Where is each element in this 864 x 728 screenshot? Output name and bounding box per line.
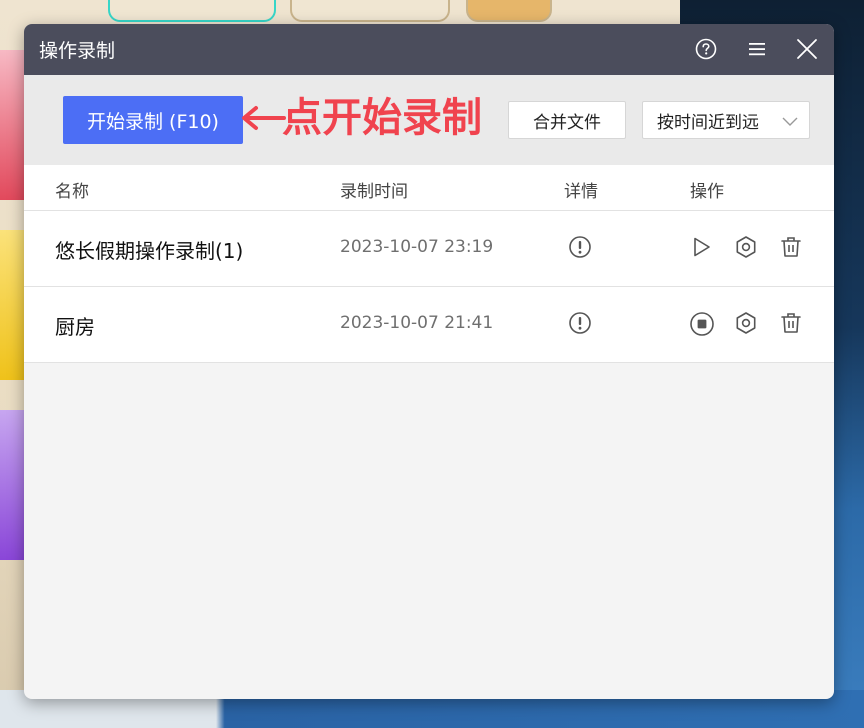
background-card [108, 0, 276, 22]
trash-icon[interactable] [779, 311, 803, 335]
recording-time: 2023-10-07 23:19 [340, 237, 494, 257]
recording-name: 厨房 [55, 315, 95, 339]
annotation-text: 点开始录制 [282, 95, 482, 141]
recording-dialog: 操作录制 开始录制 (F10) 点开始录制 合并文件 按时间近到远 名称 录制时… [24, 24, 834, 699]
exclamation-circle-icon[interactable] [568, 235, 592, 259]
hexagon-settings-icon[interactable] [734, 235, 758, 259]
table-header: 名称 录制时间 详情 操作 [24, 165, 834, 211]
header-name: 名称 [55, 182, 89, 202]
sort-order-select[interactable]: 按时间近到远 [642, 101, 810, 139]
trash-icon[interactable] [779, 235, 803, 259]
table-row[interactable]: 厨房 2023-10-07 21:41 [24, 287, 834, 363]
toolbar: 开始录制 (F10) 点开始录制 合并文件 按时间近到远 [24, 75, 834, 165]
recording-name: 悠长假期操作录制(1) [55, 239, 244, 263]
background-card [290, 0, 450, 22]
header-time: 录制时间 [340, 182, 408, 202]
header-detail: 详情 [564, 182, 598, 202]
recording-time: 2023-10-07 21:41 [340, 313, 494, 333]
background-card [466, 0, 552, 22]
titlebar: 操作录制 [24, 24, 834, 75]
help-circle-icon[interactable] [694, 37, 718, 61]
recordings-table: 名称 录制时间 详情 操作 悠长假期操作录制(1) 2023-10-07 23:… [24, 165, 834, 699]
stop-circle-icon[interactable] [689, 311, 714, 336]
chevron-down-icon [782, 117, 798, 126]
hamburger-menu-icon[interactable] [745, 37, 769, 61]
merge-files-button[interactable]: 合并文件 [508, 101, 626, 139]
annotation-arrow-icon [242, 106, 286, 130]
hexagon-settings-icon[interactable] [734, 311, 758, 335]
exclamation-circle-icon[interactable] [568, 311, 592, 335]
close-icon[interactable] [795, 37, 819, 61]
play-icon[interactable] [689, 235, 713, 259]
start-recording-button[interactable]: 开始录制 (F10) [63, 96, 243, 144]
header-actions: 操作 [690, 182, 724, 202]
sort-order-value: 按时间近到远 [657, 112, 759, 133]
window-title: 操作录制 [39, 40, 116, 62]
table-row[interactable]: 悠长假期操作录制(1) 2023-10-07 23:19 [24, 211, 834, 287]
